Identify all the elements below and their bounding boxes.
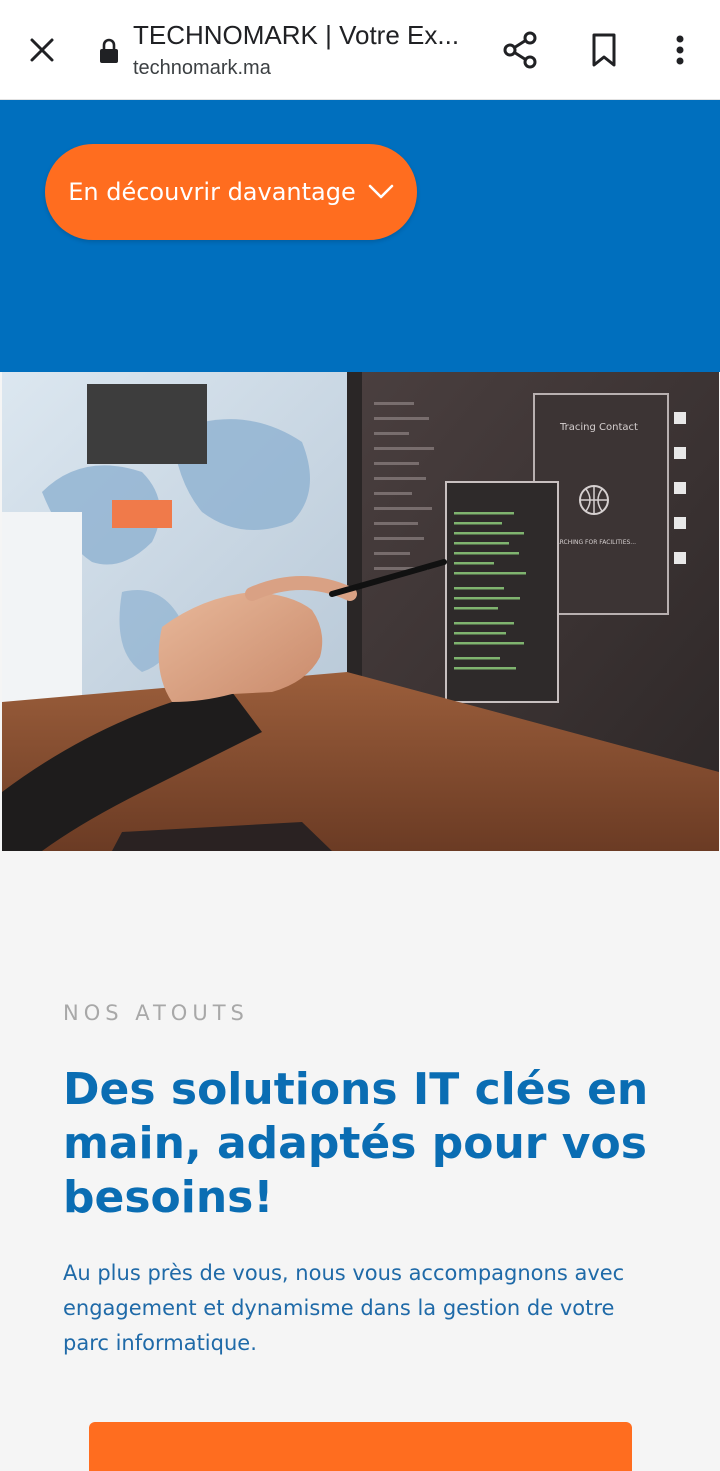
lock-icon: [98, 38, 120, 64]
more-vert-icon[interactable]: [664, 30, 696, 70]
discover-more-button[interactable]: En découvrir davantage: [45, 144, 417, 240]
features-section: NOS ATOUTS Des solutions IT clés en main…: [0, 851, 720, 1471]
close-icon[interactable]: [22, 30, 62, 70]
page-title[interactable]: TECHNOMARK | Votre Ex...: [133, 20, 473, 51]
section-kicker: NOS ATOUTS: [63, 1001, 249, 1025]
section-headline: Des solutions IT clés en main, adaptés p…: [63, 1064, 649, 1223]
feature-card[interactable]: [89, 1422, 632, 1471]
discover-more-label: En découvrir davantage: [68, 178, 356, 206]
hero-section: En découvrir davantage: [0, 100, 720, 372]
photo-window-caption: SEARCHING FOR FACILITIES...: [548, 539, 636, 546]
photo-window-title: Tracing Contact: [559, 422, 638, 433]
share-icon[interactable]: [500, 30, 540, 70]
bookmark-icon[interactable]: [586, 30, 622, 70]
browser-toolbar: TECHNOMARK | Votre Ex... technomark.ma: [0, 0, 720, 100]
section-lead: Au plus près de vous, nous vous accompag…: [63, 1261, 625, 1355]
chevron-down-icon: [368, 178, 394, 206]
hero-photo: Tracing Contact SEARCHING FOR FACILITIES…: [2, 372, 719, 851]
page-url[interactable]: technomark.ma: [133, 57, 271, 80]
